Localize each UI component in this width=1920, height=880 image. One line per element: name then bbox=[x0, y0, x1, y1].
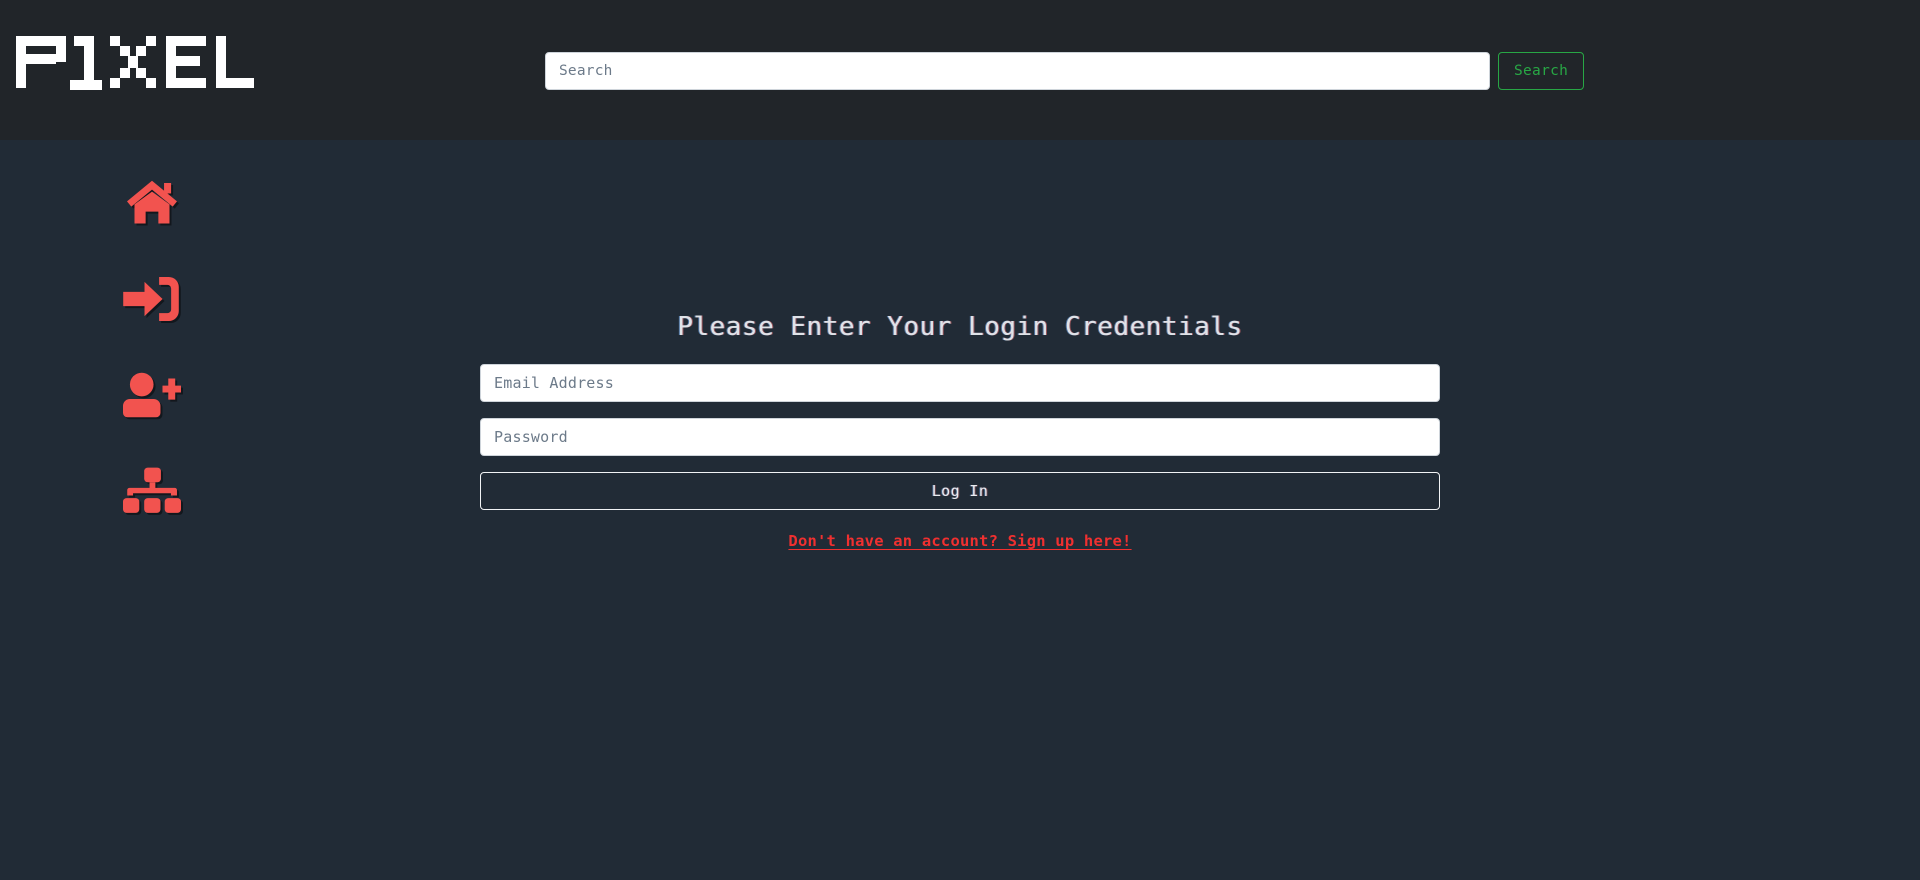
p1xel-logo[interactable]: P1XEL bbox=[14, 28, 264, 98]
email-input[interactable] bbox=[480, 364, 1440, 402]
site-header: P1XEL Search bbox=[0, 0, 1920, 140]
login-button[interactable]: Log In bbox=[480, 472, 1440, 510]
search-button[interactable]: Search bbox=[1498, 52, 1585, 90]
main-content: Please Enter Your Login Credentials Log … bbox=[0, 140, 1920, 880]
password-input[interactable] bbox=[480, 418, 1440, 456]
login-form-card: Please Enter Your Login Credentials Log … bbox=[480, 312, 1440, 551]
signup-row: Don't have an account? Sign up here! bbox=[480, 532, 1440, 551]
page-body: Home Log In Sign Up bbox=[0, 140, 1920, 880]
header-search: Search bbox=[545, 52, 1585, 90]
p1xel-logo-icon: P1XEL bbox=[16, 36, 254, 90]
login-heading: Please Enter Your Login Credentials bbox=[677, 312, 1243, 342]
search-input[interactable] bbox=[545, 52, 1490, 90]
signup-link[interactable]: Don't have an account? Sign up here! bbox=[788, 532, 1131, 550]
